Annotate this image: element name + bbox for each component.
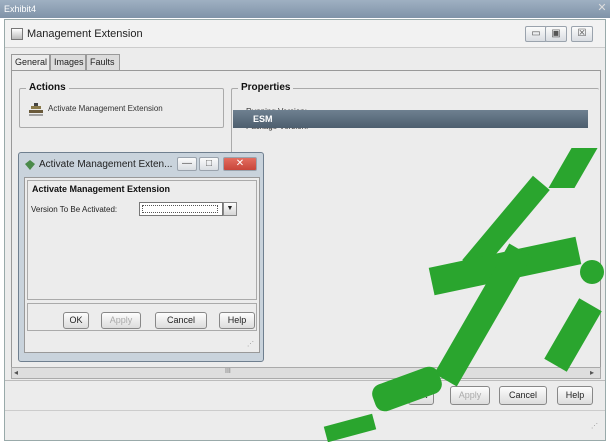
- stack-icon: [29, 103, 43, 116]
- dialog-title: Activate Management Exten...: [39, 159, 173, 170]
- dialog-group-title: Activate Management Extension: [31, 184, 172, 194]
- properties-heading: Properties: [238, 82, 294, 93]
- tab-faults[interactable]: Faults: [86, 54, 120, 70]
- esm-section-header[interactable]: ESM: [233, 110, 588, 128]
- scroll-right-icon[interactable]: ▸: [590, 368, 594, 377]
- dialog-ok-button[interactable]: OK: [63, 312, 89, 329]
- bottom-separator: [5, 380, 605, 381]
- dialog-help-button[interactable]: Help: [219, 312, 255, 329]
- activate-dialog: Activate Management Exten... — □ ✕ Activ…: [18, 152, 264, 362]
- version-select-focus: [142, 205, 218, 213]
- app-icon: [11, 28, 23, 40]
- dialog-apply-button[interactable]: Apply: [101, 312, 141, 329]
- cancel-button[interactable]: Cancel: [499, 386, 547, 405]
- activate-extension-label: Activate Management Extension: [48, 104, 163, 113]
- dialog-body: Activate Management Extension Version To…: [24, 177, 260, 353]
- dialog-group: [27, 180, 257, 300]
- dialog-close-icon[interactable]: ✕: [223, 157, 257, 171]
- minimize-icon[interactable]: ▭: [525, 26, 547, 42]
- close-icon[interactable]: ☒: [571, 26, 593, 42]
- main-title-bar: Management Extension ▭ ▣ ☒: [5, 20, 605, 48]
- exhibit-title-bar: Exhibit4: [0, 0, 610, 18]
- tab-images[interactable]: Images: [50, 54, 86, 70]
- status-separator: [5, 410, 605, 411]
- tab-general[interactable]: General: [11, 54, 50, 71]
- help-button[interactable]: Help: [557, 386, 593, 405]
- ok-button[interactable]: OK: [408, 386, 434, 405]
- scroll-thumb[interactable]: III: [225, 368, 231, 375]
- maximize-icon[interactable]: ▣: [545, 26, 567, 42]
- activate-extension-action[interactable]: Activate Management Extension: [26, 102, 216, 118]
- dialog-resize-grip-icon[interactable]: ⋰: [247, 340, 254, 348]
- horizontal-scrollbar[interactable]: ◂ III ▸: [11, 367, 601, 379]
- actions-heading: Actions: [26, 82, 69, 93]
- version-select[interactable]: [139, 202, 223, 216]
- scroll-left-icon[interactable]: ◂: [14, 368, 18, 377]
- dialog-maximize-icon[interactable]: □: [199, 157, 219, 171]
- exhibit-title: Exhibit4: [4, 4, 37, 14]
- dialog-app-icon: [25, 160, 35, 170]
- dialog-minimize-icon[interactable]: —: [177, 157, 197, 171]
- actions-group: Actions Activate Management Extension: [19, 82, 224, 128]
- dialog-cancel-button[interactable]: Cancel: [155, 312, 207, 329]
- exhibit-close-icon[interactable]: ✕: [596, 2, 608, 14]
- esm-label: ESM: [253, 114, 273, 124]
- resize-grip-icon[interactable]: ⋰: [591, 422, 598, 430]
- main-window-title: Management Extension: [27, 28, 143, 40]
- chevron-down-icon[interactable]: ▼: [223, 202, 237, 216]
- apply-button[interactable]: Apply: [450, 386, 490, 405]
- version-label: Version To Be Activated:: [31, 205, 118, 214]
